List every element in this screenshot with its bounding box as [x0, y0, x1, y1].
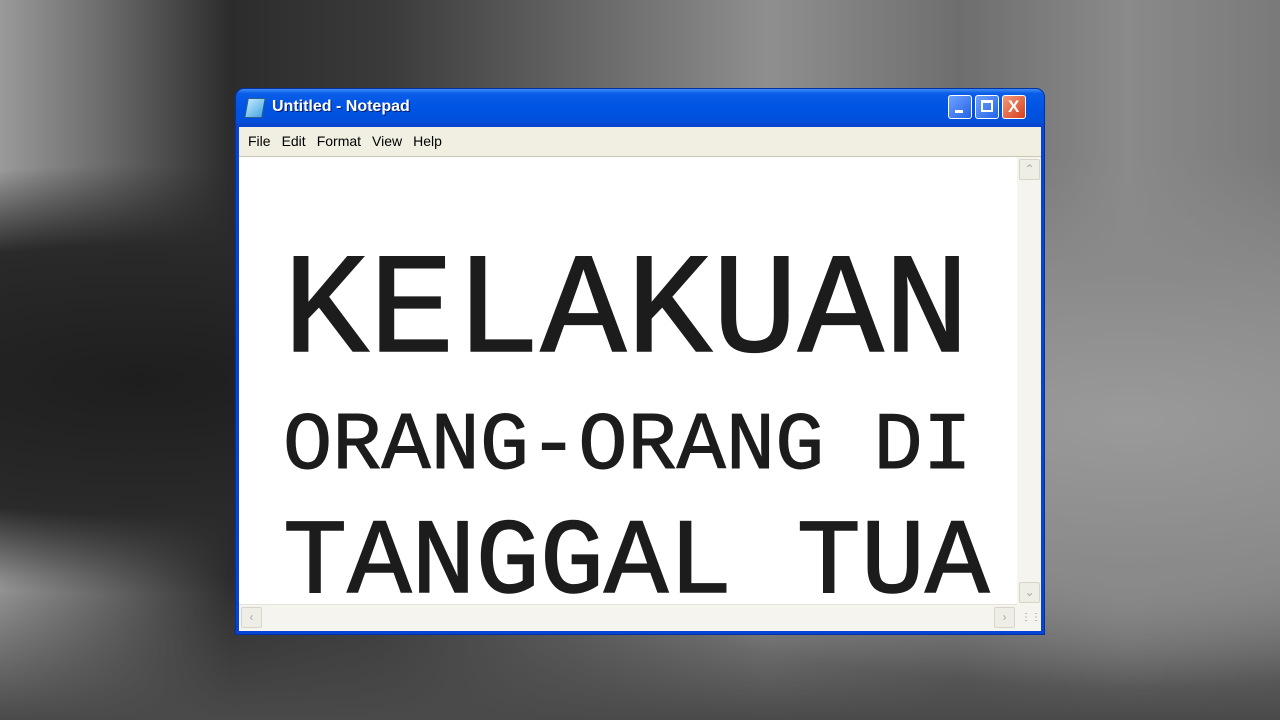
close-icon: X: [1008, 97, 1020, 116]
menu-help[interactable]: Help: [411, 127, 444, 156]
window-title: Untitled - Notepad: [272, 98, 410, 115]
text-line-3: TANGGAL TUA: [282, 504, 990, 625]
minimize-icon: [955, 110, 963, 113]
scroll-right-button[interactable]: ›: [994, 607, 1015, 628]
menu-edit[interactable]: Edit: [280, 127, 308, 156]
notepad-icon: [244, 98, 266, 118]
text-editor[interactable]: KELAKUAN ORANG-ORANG DI TANGGAL TUA ⌃ ⌄ …: [239, 157, 1041, 631]
minimize-button[interactable]: [948, 95, 972, 119]
maximize-button[interactable]: [975, 95, 999, 119]
scroll-down-button[interactable]: ⌄: [1019, 582, 1040, 603]
notepad-window: Untitled - Notepad X File Edit Format View H…: [236, 89, 1044, 634]
menu-format[interactable]: Format: [315, 127, 363, 156]
text-line-2: ORANG-ORANG DI: [282, 400, 972, 493]
resize-grip-icon[interactable]: ⋮⋮: [1017, 605, 1041, 631]
scroll-up-button[interactable]: ⌃: [1019, 159, 1040, 180]
title-bar[interactable]: Untitled - Notepad X: [236, 89, 1044, 126]
horizontal-scrollbar[interactable]: ‹ ›: [239, 604, 1017, 631]
text-line-1: KELAKUAN: [282, 232, 970, 394]
vertical-scrollbar[interactable]: ⌃ ⌄: [1017, 157, 1041, 605]
menu-file[interactable]: File: [246, 127, 273, 156]
maximize-icon: [981, 100, 993, 112]
close-button[interactable]: X: [1002, 95, 1026, 119]
scroll-left-button[interactable]: ‹: [241, 607, 262, 628]
menu-view[interactable]: View: [370, 127, 404, 156]
menu-bar: File Edit Format View Help: [239, 127, 1041, 157]
document-text: KELAKUAN ORANG-ORANG DI TANGGAL TUA: [282, 217, 990, 645]
